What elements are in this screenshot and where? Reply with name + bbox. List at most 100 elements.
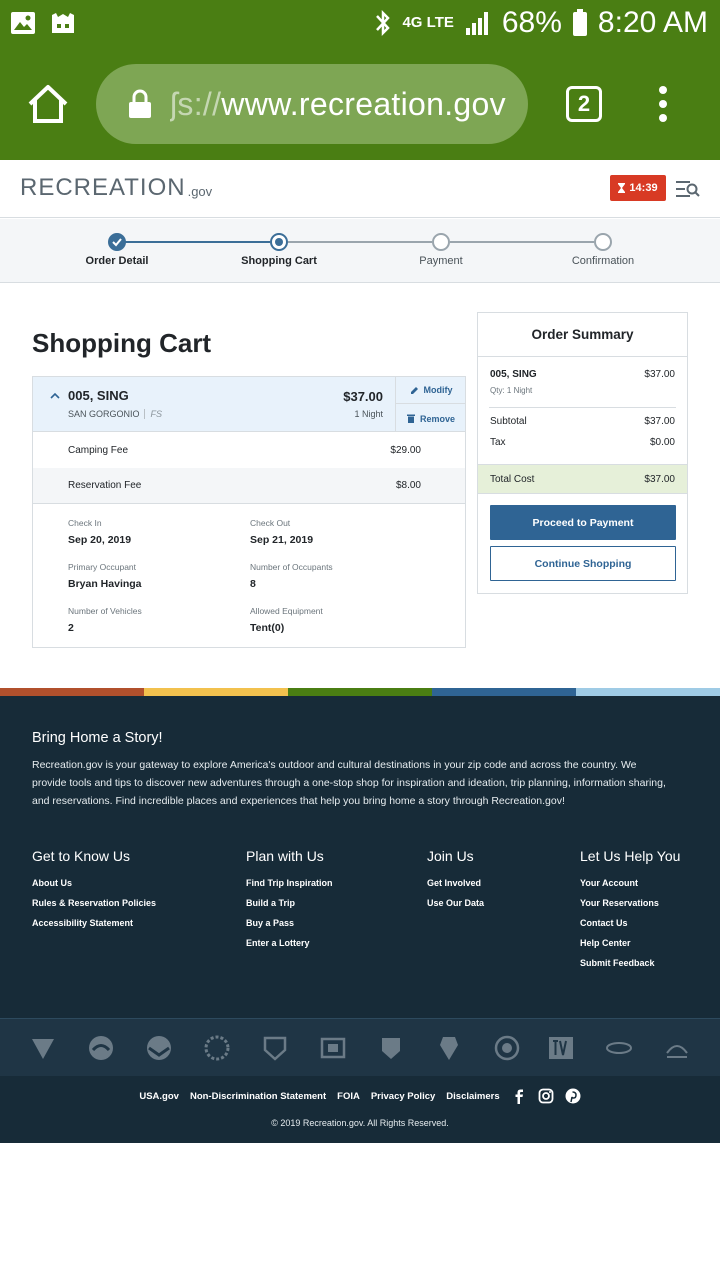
logo-suffix: .gov xyxy=(187,184,213,199)
trash-icon xyxy=(406,414,415,423)
fee-name: Reservation Fee xyxy=(68,480,142,491)
footer-column-get-to-know-us: Get to Know Us About Us Rules & Reservat… xyxy=(32,848,156,938)
facility-name: SAN GORGONIO xyxy=(68,409,140,419)
forest-service-logo-icon[interactable] xyxy=(262,1035,288,1061)
step-label: Shopping Cart xyxy=(241,255,317,267)
fee-value: $29.00 xyxy=(390,445,421,456)
check-out-value: Sep 21, 2019 xyxy=(250,534,314,546)
link-non-discrimination[interactable]: Non-Discrimination Statement xyxy=(190,1091,326,1102)
total-label: Total Cost xyxy=(490,474,535,485)
subtotal-value: $37.00 xyxy=(644,416,675,427)
modify-button[interactable]: Modify xyxy=(396,377,466,404)
footer-link-rules[interactable]: Rules & Reservation Policies xyxy=(32,898,156,908)
timer-text: 14:39 xyxy=(629,182,658,194)
nps-logo-icon[interactable] xyxy=(436,1035,462,1061)
continue-shopping-button[interactable]: Continue Shopping xyxy=(490,546,676,581)
link-disclaimers[interactable]: Disclaimers xyxy=(446,1091,499,1102)
facebook-icon[interactable] xyxy=(511,1088,527,1104)
footer-link-our-data[interactable]: Use Our Data xyxy=(427,898,484,908)
campsite-name: 005, SING xyxy=(68,388,129,403)
footer-link-lottery[interactable]: Enter a Lottery xyxy=(246,938,333,948)
stripe-segment xyxy=(432,688,576,696)
footer-link-get-involved[interactable]: Get Involved xyxy=(427,878,484,888)
recreation-logo[interactable]: RECREATION .gov xyxy=(20,174,212,202)
remove-button[interactable]: Remove xyxy=(396,405,466,432)
stripe-segment xyxy=(0,688,144,696)
footer-link-contact[interactable]: Contact Us xyxy=(580,918,680,928)
tva-logo-icon[interactable] xyxy=(548,1035,574,1061)
reservation-details: Check In Sep 20, 2019 Check Out Sep 21, … xyxy=(33,503,465,648)
footer-link-feedback[interactable]: Submit Feedback xyxy=(580,958,680,968)
treasury-logo-icon[interactable] xyxy=(494,1035,520,1061)
fish-wildlife-logo-icon[interactable] xyxy=(378,1035,404,1061)
reclamation-logo-icon[interactable] xyxy=(88,1035,114,1061)
cart-item-card: 005, SING SAN GORGONIO FS $37.00 1 Night … xyxy=(32,376,466,648)
fee-value: $8.00 xyxy=(395,480,421,491)
footer-link-help-center[interactable]: Help Center xyxy=(580,938,680,948)
agency-logos xyxy=(0,1018,720,1076)
divider xyxy=(489,407,676,408)
footer-link-account[interactable]: Your Account xyxy=(580,878,680,888)
order-summary: Order Summary 005, SING Qty: 1 Night $37… xyxy=(477,312,688,594)
copyright-text: © 2019 Recreation.gov. All Rights Reserv… xyxy=(271,1118,449,1128)
browser-menu-icon[interactable] xyxy=(656,86,670,122)
hourglass-icon xyxy=(618,183,626,193)
footer-link-buy-pass[interactable]: Buy a Pass xyxy=(246,918,333,928)
vehicles-label: Number of Vehicles xyxy=(68,606,142,616)
url-bar[interactable]: ʃs://www.recreation.gov xyxy=(96,64,528,144)
proceed-to-payment-button[interactable]: Proceed to Payment xyxy=(490,505,676,540)
presidio-logo-icon[interactable] xyxy=(664,1035,690,1061)
check-in-label: Check In xyxy=(68,518,102,528)
fee-name: Camping Fee xyxy=(68,445,129,456)
footer-link-build-trip[interactable]: Build a Trip xyxy=(246,898,333,908)
status-bar: 4G LTE 68% 8:20 AM xyxy=(0,0,720,48)
link-usa-gov[interactable]: USA.gov xyxy=(139,1091,179,1102)
chevron-up-icon[interactable] xyxy=(49,391,61,401)
color-stripe xyxy=(0,688,720,696)
usace-logo-icon[interactable] xyxy=(204,1035,230,1061)
url-domain: www.recreation.gov xyxy=(221,85,506,122)
noaa-logo-icon[interactable] xyxy=(146,1035,172,1061)
step-label: Payment xyxy=(419,255,463,267)
footer-link-trip-inspiration[interactable]: Find Trip Inspiration xyxy=(246,878,333,888)
footer-column-heading: Join Us xyxy=(427,848,474,864)
pencil-icon xyxy=(410,386,418,394)
occupants-count-label: Number of Occupants xyxy=(250,562,333,572)
footer-column-heading: Get to Know Us xyxy=(32,848,131,864)
tab-switcher-button[interactable]: 2 xyxy=(566,86,602,122)
gallery-icon xyxy=(11,12,35,34)
link-privacy[interactable]: Privacy Policy xyxy=(371,1091,435,1102)
footer-link-accessibility[interactable]: Accessibility Statement xyxy=(32,918,156,928)
equipment-value: Tent(0) xyxy=(250,622,285,634)
link-foia[interactable]: FOIA xyxy=(337,1091,360,1102)
primary-occupant-label: Primary Occupant xyxy=(68,562,137,572)
logo-word: RECREATION xyxy=(20,174,186,201)
check-icon xyxy=(112,238,122,247)
cart-timer-badge[interactable]: 14:39 xyxy=(610,175,666,201)
item-price: $37.00 xyxy=(343,389,383,404)
search-menu-icon[interactable] xyxy=(676,180,700,198)
tax-value: $0.00 xyxy=(649,437,675,448)
site-header: RECREATION .gov 14:39 xyxy=(0,160,720,218)
footer-link-reservations[interactable]: Your Reservations xyxy=(580,898,680,908)
legal-links: USA.gov Non-Discrimination Statement FOI… xyxy=(0,1088,720,1104)
progress-line-complete xyxy=(125,241,270,243)
nara-logo-icon[interactable] xyxy=(606,1035,632,1061)
total-row: Total Cost $37.00 xyxy=(478,464,687,494)
footer-bottom: USA.gov Non-Discrimination Statement FOI… xyxy=(0,1076,720,1143)
progress-line xyxy=(450,241,594,243)
step-order-detail-dot xyxy=(108,233,126,251)
home-icon[interactable] xyxy=(26,82,70,126)
instagram-icon[interactable] xyxy=(538,1088,554,1104)
pinterest-icon[interactable] xyxy=(565,1088,581,1104)
stripe-segment xyxy=(144,688,288,696)
fee-row: Camping Fee $29.00 xyxy=(33,433,465,468)
check-out-label: Check Out xyxy=(250,518,291,528)
blm-logo-icon[interactable] xyxy=(30,1035,56,1061)
smithsonian-logo-icon[interactable] xyxy=(320,1035,346,1061)
network-type: 4G LTE xyxy=(402,14,454,31)
footer-link-about-us[interactable]: About Us xyxy=(32,878,156,888)
footer-column-heading: Plan with Us xyxy=(246,848,324,864)
footer-title: Bring Home a Story! xyxy=(32,730,163,746)
url-text: ʃs://www.recreation.gov xyxy=(170,86,506,123)
